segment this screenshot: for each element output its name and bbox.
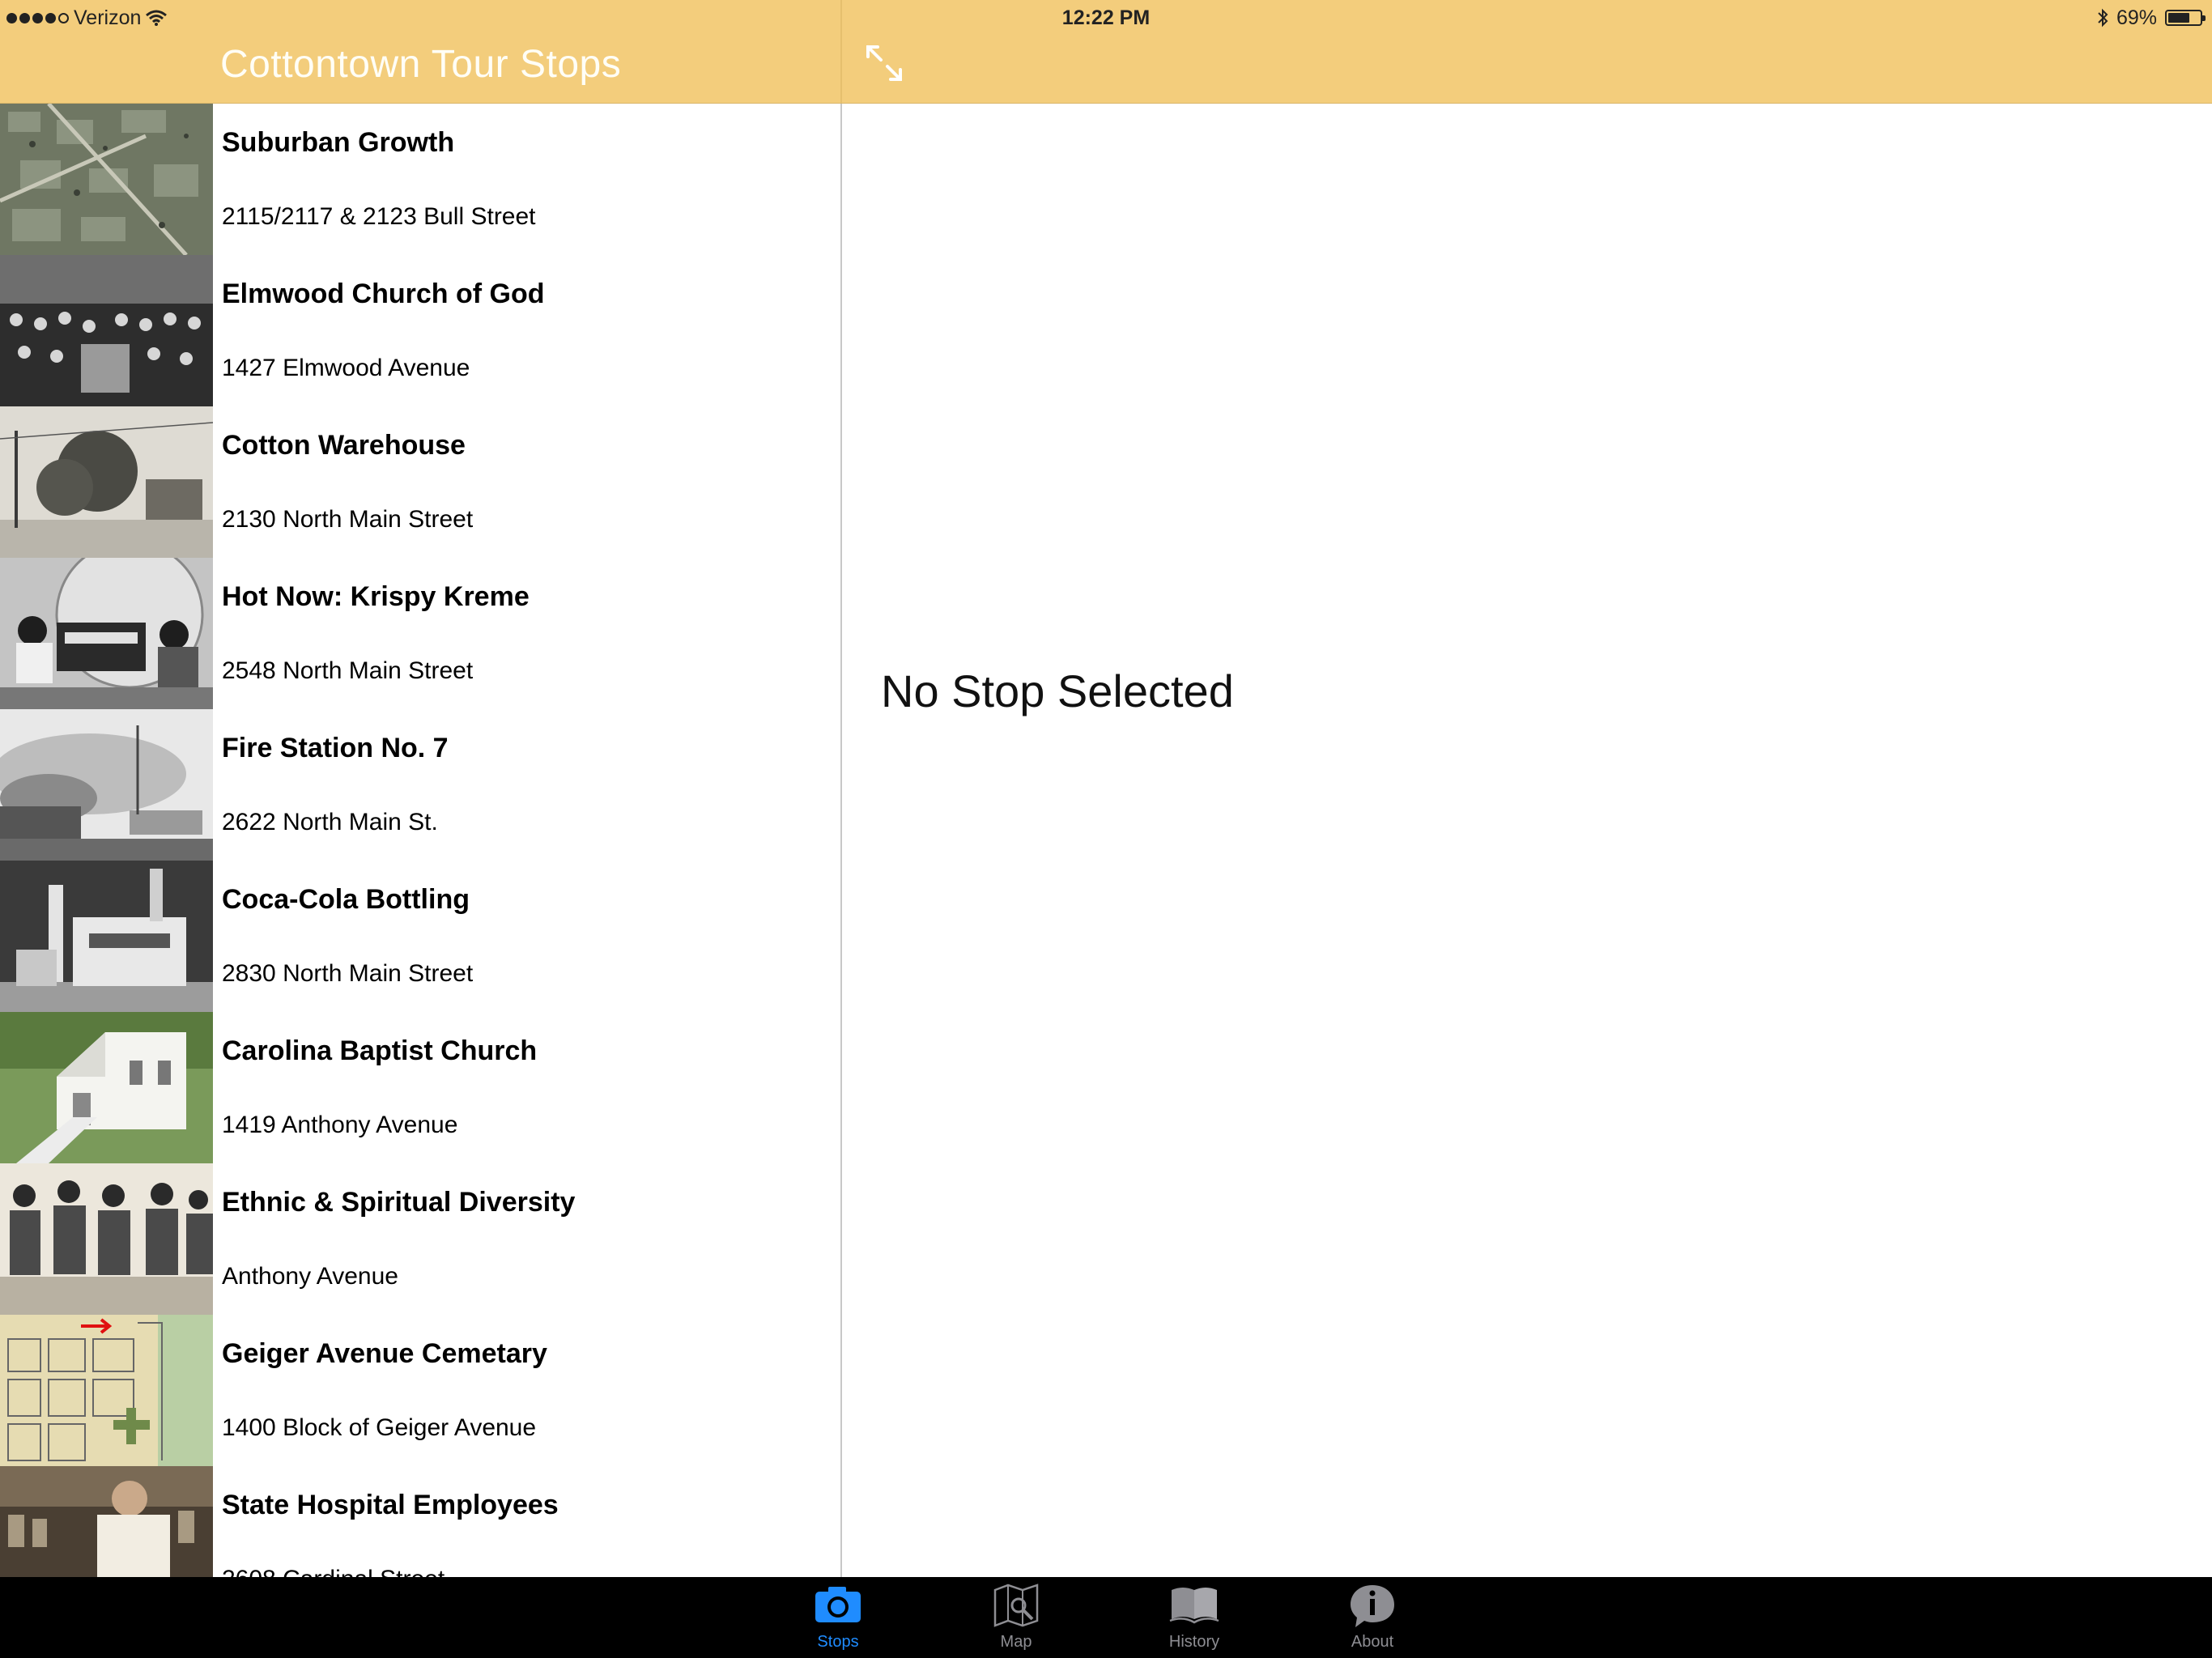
tab-label: Map (1000, 1633, 1032, 1651)
battery-icon (2165, 10, 2206, 26)
stop-address: 2548 North Main Street (222, 657, 474, 684)
status-time: 12:22 PM (1061, 6, 1151, 29)
stop-thumbnail-map (0, 1315, 213, 1466)
stop-address: 2830 North Main Street (222, 960, 474, 987)
stop-title: Hot Now: Krispy Kreme (222, 581, 530, 612)
tab-map[interactable]: Map (927, 1577, 1105, 1658)
expand-button[interactable] (865, 44, 910, 89)
stop-title: Carolina Baptist Church (222, 1035, 538, 1066)
stop-title: Coca-Cola Bottling (222, 884, 470, 915)
map-icon (993, 1584, 1039, 1627)
battery-cap (2202, 15, 2206, 21)
battery-level-fill (2168, 13, 2189, 23)
tab-label: About (1351, 1633, 1394, 1651)
stop-title: Cotton Warehouse (222, 430, 466, 461)
list-item[interactable]: Geiger Avenue Cemetary 1400 Block of Gei… (0, 1315, 840, 1468)
stop-title: Ethnic & Spiritual Diversity (222, 1187, 576, 1218)
page-title: Cottontown Tour Stops (220, 43, 622, 86)
stop-address: 1419 Anthony Avenue (222, 1112, 458, 1138)
stop-title: Geiger Avenue Cemetary (222, 1338, 547, 1369)
stop-title: Suburban Growth (222, 127, 455, 158)
stop-thumbnail-congregation-photo (0, 255, 213, 406)
stop-address: 2622 North Main St. (222, 809, 438, 835)
stop-address: 1400 Block of Geiger Avenue (222, 1414, 537, 1441)
stop-address: 2130 North Main Street (222, 506, 474, 533)
list-item[interactable]: Cotton Warehouse 2130 North Main Street (0, 406, 840, 559)
tour-stop-list[interactable]: Suburban Growth 2115/2117 & 2123 Bull St… (0, 104, 840, 1577)
stop-address: Anthony Avenue (222, 1263, 398, 1290)
expand-arrows-icon (866, 45, 902, 81)
list-item[interactable]: Carolina Baptist Church 1419 Anthony Ave… (0, 1012, 840, 1165)
stop-address: 1427 Elmwood Avenue (222, 355, 470, 381)
tab-label: History (1168, 1633, 1220, 1651)
stop-thumbnail-church-photo (0, 1012, 213, 1163)
stop-thumbnail-diner-photo (0, 558, 213, 709)
stop-thumbnail-smoke-photo (0, 709, 213, 861)
stop-title: Fire Station No. 7 (222, 733, 449, 763)
list-item[interactable]: State Hospital Employees 2608 Cardinal S… (0, 1466, 840, 1577)
tab-stops[interactable]: Stops (749, 1577, 927, 1658)
stop-thumbnail-aerial-photo (0, 104, 213, 255)
status-bar-right: 69% (2097, 4, 2206, 32)
tab-label: Stops (817, 1633, 859, 1651)
tab-bar: Stops Map History About (0, 1577, 2212, 1658)
stop-title: State Hospital Employees (222, 1490, 559, 1520)
stop-title: Elmwood Church of God (222, 278, 545, 309)
list-item[interactable]: Coca-Cola Bottling 2830 North Main Stree… (0, 861, 840, 1014)
stop-address: 2115/2117 & 2123 Bull Street (222, 203, 536, 230)
list-item[interactable]: Fire Station No. 7 2622 North Main St. (0, 709, 840, 862)
stop-address: 2608 Cardinal Street (222, 1563, 445, 1577)
list-item[interactable]: Hot Now: Krispy Kreme 2548 North Main St… (0, 558, 840, 711)
stop-thumbnail-group-photo (0, 1163, 213, 1315)
battery-percentage: 69% (2116, 6, 2157, 29)
split-view-divider (840, 104, 842, 1577)
tab-history[interactable]: History (1105, 1577, 1283, 1658)
info-icon (1351, 1585, 1394, 1627)
tab-about[interactable]: About (1283, 1577, 1461, 1658)
stop-thumbnail-bottling-plant-photo (0, 861, 213, 1012)
camera-icon (815, 1587, 861, 1622)
empty-state-label: No Stop Selected (881, 665, 1234, 716)
list-item[interactable]: Suburban Growth 2115/2117 & 2123 Bull St… (0, 104, 840, 257)
bluetooth-icon (2098, 8, 2108, 28)
list-item[interactable]: Elmwood Church of God 1427 Elmwood Avenu… (0, 255, 840, 408)
list-item[interactable]: Ethnic & Spiritual Diversity Anthony Ave… (0, 1163, 840, 1316)
stop-thumbnail-pharmacist-photo (0, 1466, 213, 1577)
stop-thumbnail-street-photo (0, 406, 213, 558)
book-icon (1169, 1588, 1219, 1624)
